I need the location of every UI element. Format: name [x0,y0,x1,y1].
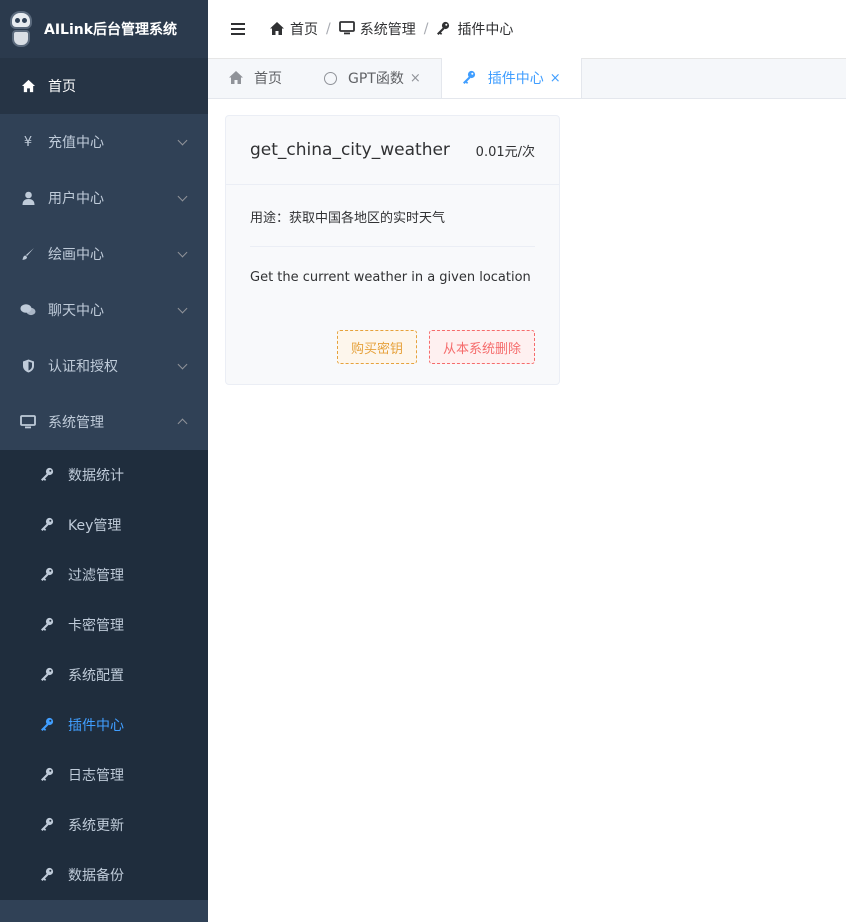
key-icon [40,467,56,483]
plugin-purpose: 用途：获取中国各地区的实时天气 [250,185,535,247]
submenu-item-logs[interactable]: 日志管理 [0,750,208,800]
breadcrumb-label: 首页 [290,22,318,38]
submenu-item-stats[interactable]: 数据统计 [0,450,208,500]
breadcrumb-system[interactable]: 系统管理 [338,19,416,39]
submenu-item-update[interactable]: 系统更新 [0,800,208,850]
user-icon [20,190,36,206]
sidebar-item-label: 绘画中心 [48,247,104,263]
key-icon [40,867,56,883]
logo-area[interactable]: AILink后台管理系统 [0,0,208,58]
submenu-item-label: 卡密管理 [68,618,124,634]
submenu-item-card-key[interactable]: 卡密管理 [0,600,208,650]
breadcrumb-separator: / [326,21,331,37]
submenu-item-filter[interactable]: 过滤管理 [0,550,208,600]
tag-label: GPT函数 [348,71,404,87]
tag-plugins[interactable]: 插件中心 × [440,58,582,98]
key-icon [40,767,56,783]
submenu-item-label: 插件中心 [68,718,124,734]
system-submenu: 数据统计 Key管理 过滤管理 卡密管理 系统配置 插件中心 日志管理 系统更新… [0,450,208,900]
key-icon [462,70,478,86]
key-icon [40,517,56,533]
breadcrumb-label: 系统管理 [359,22,416,38]
chevron-down-icon [177,359,188,370]
sidebar-item-home[interactable]: 首页 [0,58,208,114]
submenu-item-label: 数据统计 [68,468,124,484]
chevron-down-icon [177,247,188,258]
submenu-item-label: 日志管理 [68,768,124,784]
tag-gpt-functions[interactable]: GPT函数 × [302,58,441,98]
breadcrumb-home[interactable]: 首页 [269,19,318,39]
sidebar-item-recharge[interactable]: ¥ 充值中心 [0,114,208,170]
robot-logo-icon [6,9,36,49]
sidebar-item-label: 用户中心 [48,191,104,207]
monitor-icon [338,21,355,37]
breadcrumb-current: 插件中心 [436,19,513,39]
tag-label: 插件中心 [487,71,544,87]
submenu-item-label: 数据备份 [68,868,124,884]
key-icon [40,717,56,733]
main-content: get_china_city_weather 0.01元/次 用途：获取中国各地… [208,99,846,922]
sidebar-item-label: 充值中心 [48,135,104,151]
close-icon[interactable]: × [410,71,421,86]
buy-key-button[interactable]: 购买密钥 [336,330,417,364]
key-icon [40,567,56,583]
key-icon [40,817,56,833]
home-icon [228,70,244,86]
breadcrumb: 首页 / 系统管理 / 插件中心 [269,19,513,39]
plugin-card-header: get_china_city_weather 0.01元/次 [226,116,559,185]
sidebar: AILink后台管理系统 首页 ¥ 充值中心 用户中心 绘画中心 聊天中心 认证… [0,0,208,922]
tags-view: 首页 GPT函数 × 插件中心 × [208,58,846,99]
breadcrumb-separator: / [423,21,429,37]
circle-icon [322,70,338,86]
chevron-down-icon [177,303,188,314]
sidebar-item-label: 认证和授权 [48,359,118,375]
close-icon[interactable]: × [550,71,561,86]
plugin-name: get_china_city_weather [250,140,450,160]
submenu-item-label: 系统更新 [68,818,124,834]
chat-icon [20,302,36,318]
submenu-item-label: 系统配置 [68,668,124,684]
top-navbar: 首页 / 系统管理 / 插件中心 [208,0,846,59]
tag-label: 首页 [254,71,282,87]
sidebar-item-label: 系统管理 [48,415,104,431]
sidebar-item-chat[interactable]: 聊天中心 [0,282,208,338]
tag-home[interactable]: 首页 [208,58,302,98]
plugin-price: 0.01元/次 [475,144,535,160]
sidebar-item-drawing[interactable]: 绘画中心 [0,226,208,282]
sidebar-item-label: 首页 [48,79,76,95]
delete-plugin-button[interactable]: 从本系统删除 [428,330,535,364]
home-icon [20,78,36,94]
plugin-description: Get the current weather in a given locat… [250,270,531,285]
sidebar-item-system[interactable]: 系统管理 [0,394,208,450]
breadcrumb-label: 插件中心 [457,22,514,38]
submenu-item-backup[interactable]: 数据备份 [0,850,208,900]
submenu-item-label: 过滤管理 [68,568,124,584]
chevron-down-icon [177,191,188,202]
plugin-card-body: 用途：获取中国各地区的实时天气 Get the current weather … [226,185,559,364]
sidebar-item-label: 聊天中心 [48,303,104,319]
app-title: AILink后台管理系统 [44,22,178,38]
chevron-down-icon [177,135,188,146]
key-icon [436,21,452,37]
submenu-item-label: Key管理 [68,518,122,534]
key-icon [40,617,56,633]
submenu-item-plugins[interactable]: 插件中心 [0,700,208,750]
yen-icon: ¥ [23,134,33,150]
monitor-icon [20,414,36,430]
brush-icon [20,246,36,262]
key-icon [40,667,56,683]
submenu-item-key[interactable]: Key管理 [0,500,208,550]
submenu-item-config[interactable]: 系统配置 [0,650,208,700]
chevron-up-icon [177,418,188,429]
home-icon [269,21,285,37]
sidebar-item-users[interactable]: 用户中心 [0,170,208,226]
sidebar-item-auth[interactable]: 认证和授权 [0,338,208,394]
shield-icon [20,358,36,374]
plugin-actions: 购买密钥 从本系统删除 [250,330,535,364]
hamburger-menu-icon[interactable] [231,23,245,35]
plugin-card: get_china_city_weather 0.01元/次 用途：获取中国各地… [225,115,560,385]
